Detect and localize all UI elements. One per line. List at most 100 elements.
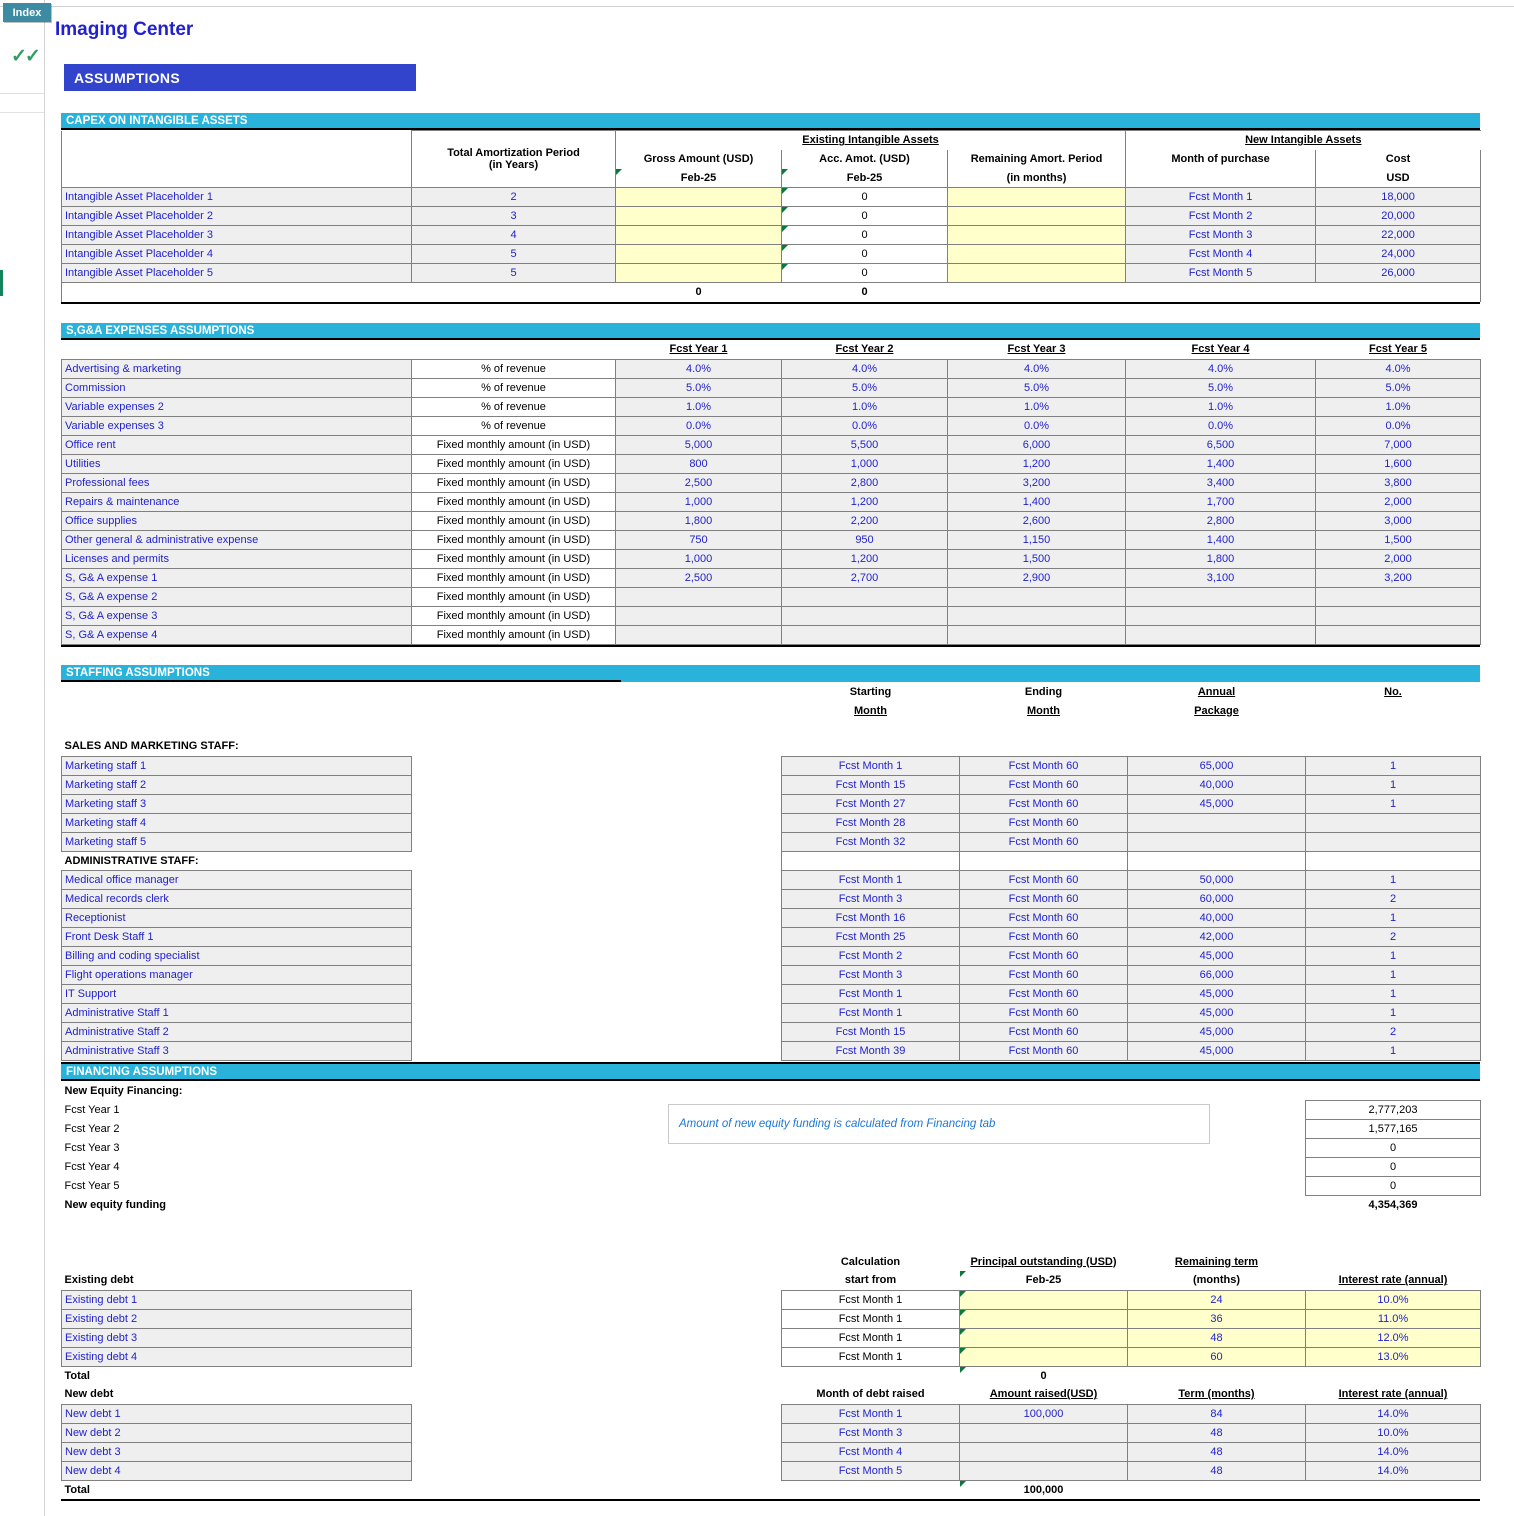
sga-row-year-4[interactable]: 6,500 xyxy=(1125,434,1316,455)
sga-row-year-4[interactable]: 1,800 xyxy=(1125,548,1316,569)
new-debt-month[interactable]: Fcst Month 4 xyxy=(781,1441,960,1462)
sga-row-year-3[interactable]: 4.0% xyxy=(947,358,1126,379)
staff-admin-row-package[interactable]: 45,000 xyxy=(1127,1021,1306,1042)
sga-row-year-5[interactable]: 3,200 xyxy=(1315,567,1481,588)
sga-row-year-4[interactable]: 1,400 xyxy=(1125,453,1316,474)
staff-admin-row-package[interactable]: 45,000 xyxy=(1127,983,1306,1004)
sga-row-year-5[interactable]: 2,000 xyxy=(1315,548,1481,569)
sga-row-year-3[interactable]: 1.0% xyxy=(947,396,1126,417)
staff-admin-row-start-month[interactable]: Fcst Month 1 xyxy=(781,1002,960,1023)
sga-row-year-2[interactable]: 1.0% xyxy=(781,396,948,417)
staff-sales-row-package[interactable]: 45,000 xyxy=(1127,793,1306,814)
staff-sales-row-start-month[interactable]: Fcst Month 27 xyxy=(781,793,960,814)
equity-row-value[interactable]: 1,577,165 xyxy=(1305,1118,1481,1139)
new-debt-month[interactable]: Fcst Month 3 xyxy=(781,1422,960,1443)
staff-admin-row-start-month[interactable]: Fcst Month 39 xyxy=(781,1040,960,1061)
staff-admin-row-end-month[interactable]: Fcst Month 60 xyxy=(959,1040,1128,1061)
existing-debt-start[interactable]: Fcst Month 1 xyxy=(781,1327,960,1348)
sga-row-year-4[interactable]: 5.0% xyxy=(1125,377,1316,398)
staff-admin-row-package[interactable]: 45,000 xyxy=(1127,945,1306,966)
equity-row-value[interactable]: 0 xyxy=(1305,1156,1481,1177)
staff-sales-row-count[interactable]: 1 xyxy=(1305,793,1481,814)
staff-admin-row-count[interactable]: 1 xyxy=(1305,983,1481,1004)
sga-row-year-5[interactable]: 2,000 xyxy=(1315,491,1481,512)
sga-row-year-3[interactable]: 1,200 xyxy=(947,453,1126,474)
sga-row-year-1[interactable]: 1,000 xyxy=(615,491,782,512)
staff-admin-row-end-month[interactable]: Fcst Month 60 xyxy=(959,1021,1128,1042)
sga-row-year-2[interactable]: 1,200 xyxy=(781,548,948,569)
sga-row-year-4[interactable]: 3,400 xyxy=(1125,472,1316,493)
capex-row-acc[interactable]: 0 xyxy=(781,244,948,264)
staff-admin-row-start-month[interactable]: Fcst Month 1 xyxy=(781,983,960,1004)
new-debt-amount[interactable] xyxy=(959,1460,1128,1481)
equity-row-value[interactable]: 0 xyxy=(1305,1175,1481,1196)
sga-row-year-1[interactable]: 800 xyxy=(615,453,782,474)
staff-sales-row-end-month[interactable]: Fcst Month 60 xyxy=(959,793,1128,814)
staff-sales-row-package[interactable] xyxy=(1127,812,1306,833)
capex-row-gross[interactable] xyxy=(615,263,782,283)
staff-admin-row-package[interactable]: 40,000 xyxy=(1127,907,1306,928)
staff-admin-row-start-month[interactable]: Fcst Month 16 xyxy=(781,907,960,928)
staff-sales-row-end-month[interactable]: Fcst Month 60 xyxy=(959,774,1128,795)
staff-sales-row-end-month[interactable]: Fcst Month 60 xyxy=(959,812,1128,833)
staff-admin-row-end-month[interactable]: Fcst Month 60 xyxy=(959,1002,1128,1023)
sga-row-year-3[interactable]: 3,200 xyxy=(947,472,1126,493)
sga-row-year-2[interactable]: 1,200 xyxy=(781,491,948,512)
staff-admin-row-count[interactable]: 1 xyxy=(1305,907,1481,928)
sga-row-year-2[interactable]: 1,000 xyxy=(781,453,948,474)
sga-row-year-1[interactable] xyxy=(615,605,782,626)
staff-admin-row-start-month[interactable]: Fcst Month 1 xyxy=(781,869,960,890)
sga-row-year-1[interactable] xyxy=(615,586,782,607)
new-debt-rate[interactable]: 14.0% xyxy=(1305,1403,1481,1424)
sga-row-year-2[interactable]: 5.0% xyxy=(781,377,948,398)
capex-row-years[interactable]: 2 xyxy=(411,187,616,207)
new-debt-term[interactable]: 48 xyxy=(1127,1460,1306,1481)
capex-row-acc[interactable]: 0 xyxy=(781,187,948,207)
sga-row-year-4[interactable]: 2,800 xyxy=(1125,510,1316,531)
capex-row-years[interactable]: 5 xyxy=(411,244,616,264)
sga-row-year-2[interactable]: 2,800 xyxy=(781,472,948,493)
capex-row-acc[interactable]: 0 xyxy=(781,225,948,245)
sga-row-year-4[interactable]: 1,700 xyxy=(1125,491,1316,512)
staff-admin-row-count[interactable]: 1 xyxy=(1305,869,1481,890)
staff-sales-row-start-month[interactable]: Fcst Month 32 xyxy=(781,831,960,852)
capex-row-cost[interactable]: 20,000 xyxy=(1315,206,1482,226)
staff-admin-row-end-month[interactable]: Fcst Month 60 xyxy=(959,869,1128,890)
staff-sales-row-count[interactable] xyxy=(1305,831,1481,852)
staff-admin-row-end-month[interactable]: Fcst Month 60 xyxy=(959,945,1128,966)
existing-debt-term[interactable]: 60 xyxy=(1127,1346,1306,1367)
sga-row-year-5[interactable]: 1.0% xyxy=(1315,396,1481,417)
index-tab-button[interactable]: Index xyxy=(3,3,51,22)
sga-row-year-1[interactable]: 1.0% xyxy=(615,396,782,417)
staff-admin-row-count[interactable]: 2 xyxy=(1305,1021,1481,1042)
staff-admin-row-count[interactable]: 1 xyxy=(1305,945,1481,966)
sga-row-year-1[interactable]: 0.0% xyxy=(615,415,782,436)
sga-row-year-1[interactable]: 5,000 xyxy=(615,434,782,455)
sga-row-year-5[interactable]: 1,500 xyxy=(1315,529,1481,550)
sga-row-year-3[interactable]: 1,500 xyxy=(947,548,1126,569)
staff-sales-row-package[interactable] xyxy=(1127,831,1306,852)
sga-row-year-1[interactable]: 1,800 xyxy=(615,510,782,531)
sga-row-year-4[interactable] xyxy=(1125,586,1316,607)
sga-row-year-1[interactable]: 750 xyxy=(615,529,782,550)
sga-row-year-5[interactable]: 5.0% xyxy=(1315,377,1481,398)
capex-row-gross[interactable] xyxy=(615,244,782,264)
staff-sales-row-end-month[interactable]: Fcst Month 60 xyxy=(959,755,1128,776)
sga-row-year-4[interactable]: 0.0% xyxy=(1125,415,1316,436)
capex-row-remaining[interactable] xyxy=(946,206,1127,226)
existing-debt-rate[interactable]: 11.0% xyxy=(1305,1308,1481,1329)
staff-admin-row-end-month[interactable]: Fcst Month 60 xyxy=(959,926,1128,947)
new-debt-rate[interactable]: 10.0% xyxy=(1305,1422,1481,1443)
staff-admin-row-end-month[interactable]: Fcst Month 60 xyxy=(959,907,1128,928)
capex-row-remaining[interactable] xyxy=(946,187,1127,207)
sga-row-year-1[interactable]: 4.0% xyxy=(615,358,782,379)
staff-sales-row-package[interactable]: 40,000 xyxy=(1127,774,1306,795)
staff-admin-row-package[interactable]: 45,000 xyxy=(1127,1002,1306,1023)
staff-admin-row-start-month[interactable]: Fcst Month 25 xyxy=(781,926,960,947)
existing-debt-principal[interactable] xyxy=(959,1327,1128,1348)
new-debt-term[interactable]: 48 xyxy=(1127,1441,1306,1462)
sga-row-year-2[interactable]: 0.0% xyxy=(781,415,948,436)
capex-row-cost[interactable]: 18,000 xyxy=(1315,187,1482,207)
sga-row-year-3[interactable]: 2,600 xyxy=(947,510,1126,531)
staff-admin-row-end-month[interactable]: Fcst Month 60 xyxy=(959,983,1128,1004)
